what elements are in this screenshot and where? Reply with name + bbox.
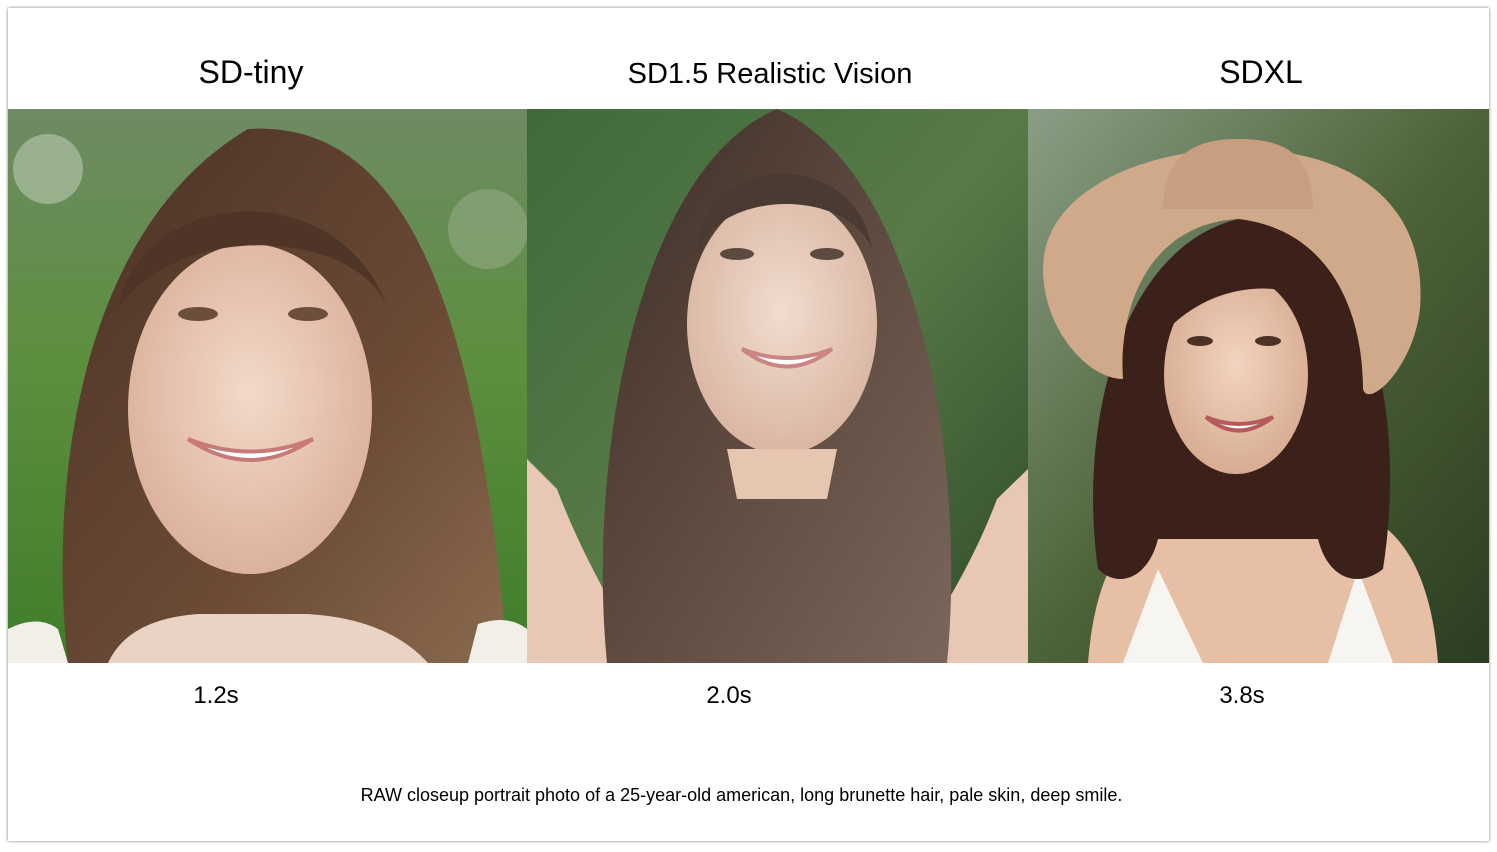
generation-time-sd-tiny: 1.2s bbox=[193, 682, 239, 709]
prompt-caption: RAW closeup portrait photo of a 25-year-… bbox=[360, 785, 1123, 805]
generation-time-sd15: 2.0s bbox=[706, 682, 752, 709]
portrait-image-sd-tiny bbox=[8, 109, 527, 663]
portrait-image-sdxl bbox=[1028, 109, 1489, 663]
panel-title-sdxl: SDXL bbox=[1219, 54, 1303, 90]
panel-title-sd15: SD1.5 Realistic Vision bbox=[627, 58, 913, 90]
comparison-slide: SD-tiny SD1.5 Realistic Vision SDXL 1.2s… bbox=[8, 8, 1489, 841]
generation-time-sdxl: 3.8s bbox=[1219, 682, 1265, 709]
panel-title-sd-tiny: SD-tiny bbox=[198, 54, 304, 90]
portrait-image-sd15 bbox=[527, 109, 1028, 663]
